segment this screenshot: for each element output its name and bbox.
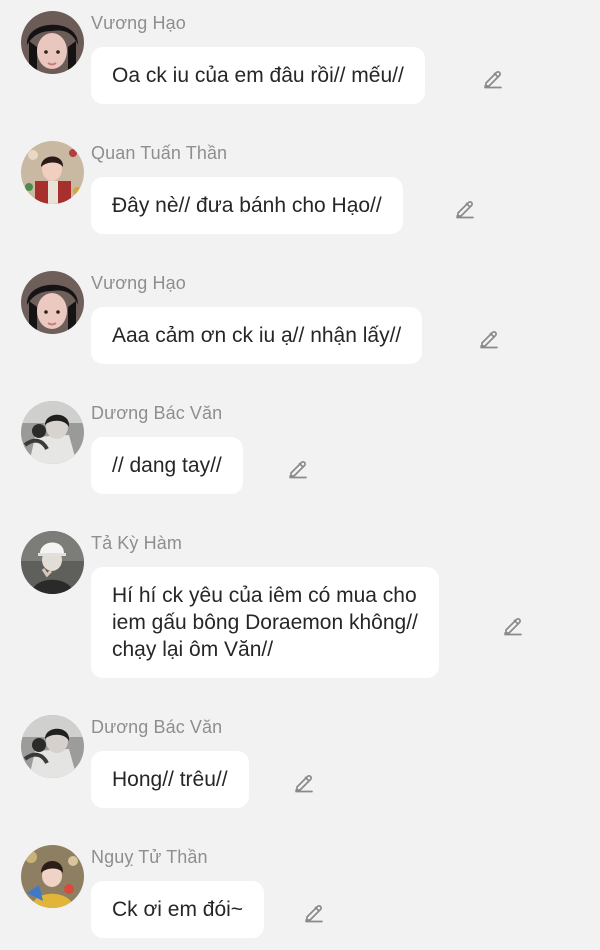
avatar-icon[interactable] (21, 141, 84, 204)
pencil-icon[interactable] (453, 196, 477, 220)
avatar-icon[interactable] (21, 271, 84, 334)
pencil-icon[interactable] (302, 900, 326, 924)
sender-name: Dương Bác Văn (91, 717, 223, 737)
pencil-icon[interactable] (501, 613, 525, 637)
sender-name: Vương Hạo (91, 273, 186, 293)
message-bubble: // dang tay// (91, 437, 243, 494)
sender-name: Quan Tuấn Thần (91, 143, 228, 163)
pencil-icon[interactable] (292, 770, 316, 794)
avatar-icon[interactable] (21, 715, 84, 778)
message-bubble: Hong// trêu// (91, 751, 249, 808)
message-bubble: Đây nè// đưa bánh cho Hạo// (91, 177, 403, 234)
message-bubble: Hí hí ck yêu của iêm có mua cho iem gấu … (91, 567, 439, 678)
avatar-icon[interactable] (21, 531, 84, 594)
sender-name: Dương Bác Văn (91, 403, 223, 423)
message-bubble: Oa ck iu của em đâu rồi// mếu// (91, 47, 425, 104)
avatar-icon[interactable] (21, 401, 84, 464)
message-bubble: Aaa cảm ơn ck iu ạ// nhận lấy// (91, 307, 423, 364)
sender-name: Vương Hạo (91, 13, 186, 33)
pencil-icon[interactable] (286, 456, 310, 480)
sender-name: Tả Kỳ Hàm (91, 533, 182, 553)
message-bubble: Ck ơi em đói~ (91, 881, 265, 938)
avatar-icon[interactable] (21, 11, 84, 74)
sender-name: Nguỵ Tử Thần (91, 847, 208, 867)
pencil-icon[interactable] (481, 66, 505, 90)
pencil-icon[interactable] (477, 326, 501, 350)
avatar-icon[interactable] (21, 845, 84, 908)
